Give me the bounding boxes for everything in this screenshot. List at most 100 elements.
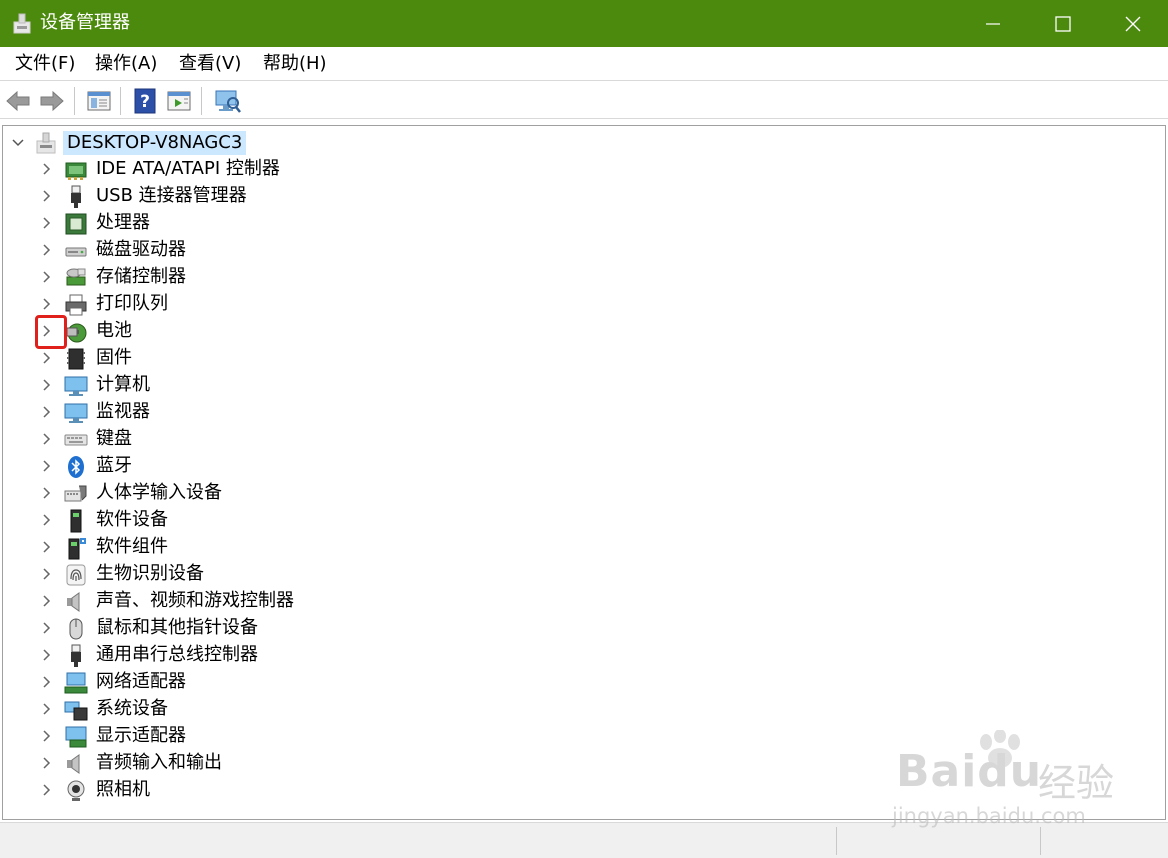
scan-hardware-button[interactable] (213, 87, 241, 115)
chevron-right-icon[interactable] (39, 432, 53, 446)
tree-item-label: 计算机 (96, 374, 150, 395)
chevron-right-icon[interactable] (39, 702, 53, 716)
network-adapter-icon (64, 672, 88, 694)
tree-item[interactable]: 人体学输入设备 (3, 480, 603, 507)
tree-item-label: 系统设备 (96, 698, 168, 719)
tree-item[interactable]: 固件 (3, 345, 603, 372)
tree-item[interactable]: 照相机 (3, 777, 603, 804)
root-computer-name[interactable]: DESKTOP-V8NAGC3 (63, 131, 247, 155)
window-title: 设备管理器 (40, 12, 130, 33)
tree-item[interactable]: 计算机 (3, 372, 603, 399)
menu-action[interactable]: 操作(A) (93, 52, 159, 76)
chevron-right-icon[interactable] (39, 459, 53, 473)
software-component-icon (68, 538, 86, 560)
tree-item-label: 处理器 (96, 212, 150, 233)
chevron-right-icon[interactable] (39, 567, 53, 581)
tree-item[interactable]: 鼠标和其他指针设备 (3, 615, 603, 642)
chevron-right-icon[interactable] (39, 351, 53, 365)
chevron-right-icon[interactable] (39, 783, 53, 797)
chevron-down-icon[interactable] (11, 136, 25, 150)
tree-item[interactable]: 生物识别设备 (3, 561, 603, 588)
tree-item[interactable]: 键盘 (3, 426, 603, 453)
chevron-right-icon[interactable] (39, 189, 53, 203)
tree-item[interactable]: 电池 (3, 318, 603, 345)
tree-item[interactable]: 音频输入和输出 (3, 750, 603, 777)
chevron-right-icon[interactable] (39, 756, 53, 770)
tree-item-label: 生物识别设备 (96, 563, 204, 584)
toolbar-separator (74, 87, 75, 115)
back-button[interactable] (4, 87, 32, 115)
tree-item-label: 键盘 (96, 428, 132, 449)
toolbar-separator (120, 87, 121, 115)
chevron-right-icon[interactable] (39, 405, 53, 419)
chevron-right-icon[interactable] (39, 270, 53, 284)
tree-item[interactable]: 监视器 (3, 399, 603, 426)
computer-icon (64, 376, 88, 396)
tree-item[interactable]: 打印队列 (3, 291, 603, 318)
ide-controller-icon (65, 162, 87, 180)
annotation-highlight-box (35, 315, 67, 349)
printer-icon (65, 294, 87, 316)
tree-item-label: 音频输入和输出 (96, 752, 222, 773)
tree-item[interactable]: 处理器 (3, 210, 603, 237)
chevron-right-icon[interactable] (39, 513, 53, 527)
status-separator (1040, 827, 1041, 855)
firmware-icon (67, 348, 85, 370)
tree-root[interactable]: DESKTOP-V8NAGC3 (3, 130, 403, 156)
update-driver-button[interactable] (165, 87, 193, 115)
tree-item-label: 声音、视频和游戏控制器 (96, 590, 294, 611)
tree-item[interactable]: 软件组件 (3, 534, 603, 561)
chevron-right-icon[interactable] (39, 675, 53, 689)
usb-controller-icon (71, 644, 81, 667)
tree-item[interactable]: 显示适配器 (3, 723, 603, 750)
tree-item[interactable]: 磁盘驱动器 (3, 237, 603, 264)
chevron-right-icon[interactable] (39, 729, 53, 743)
chevron-right-icon[interactable] (39, 540, 53, 554)
tree-item-label: 鼠标和其他指针设备 (96, 617, 258, 638)
tree-item[interactable]: 软件设备 (3, 507, 603, 534)
watermark-chinese: 经验 (1038, 761, 1115, 805)
properties-button[interactable] (85, 87, 113, 115)
computer-root-icon (36, 132, 56, 154)
tree-item[interactable]: 系统设备 (3, 696, 603, 723)
chevron-right-icon[interactable] (39, 162, 53, 176)
chevron-right-icon[interactable] (39, 621, 53, 635)
keyboard-icon (64, 434, 88, 446)
tree-item[interactable]: 存储控制器 (3, 264, 603, 291)
forward-button[interactable] (38, 87, 66, 115)
tree-item[interactable]: 通用串行总线控制器 (3, 642, 603, 669)
tree-item-label: 磁盘驱动器 (96, 239, 186, 260)
menu-bar: 文件(F) 操作(A) 查看(V) 帮助(H) (0, 47, 1168, 81)
watermark-logo: Baidu (896, 746, 1043, 797)
tree-item-label: 存储控制器 (96, 266, 186, 287)
watermark-url: jingyan.baidu.com (892, 804, 1086, 828)
chevron-right-icon[interactable] (39, 594, 53, 608)
tree-item[interactable]: 网络适配器 (3, 669, 603, 696)
bluetooth-icon (68, 456, 84, 478)
tree-item[interactable]: 声音、视频和游戏控制器 (3, 588, 603, 615)
menu-file[interactable]: 文件(F) (13, 52, 77, 76)
menu-help[interactable]: 帮助(H) (261, 52, 329, 76)
tree-item[interactable]: IDE ATA/ATAPI 控制器 (3, 156, 603, 183)
maximize-button[interactable] (1028, 0, 1098, 47)
chevron-right-icon[interactable] (39, 243, 53, 257)
toolbar: ? (0, 82, 1168, 119)
audio-io-icon (67, 754, 80, 774)
tree-item[interactable]: 蓝牙 (3, 453, 603, 480)
title-bar: 设备管理器 (0, 0, 1168, 47)
fingerprint-icon (66, 564, 86, 586)
minimize-button[interactable] (958, 0, 1028, 47)
baidu-watermark: Baidu 经验 jingyan.baidu.com (890, 730, 1160, 830)
close-button[interactable] (1098, 0, 1168, 47)
chevron-right-icon[interactable] (39, 297, 53, 311)
tree-item-label: 显示适配器 (96, 725, 186, 746)
tree-item[interactable]: USB 连接器管理器 (3, 183, 603, 210)
chevron-right-icon[interactable] (39, 216, 53, 230)
chevron-right-icon[interactable] (39, 486, 53, 500)
help-button[interactable]: ? (131, 87, 159, 115)
device-tree[interactable]: DESKTOP-V8NAGC3 IDE ATA/ATAPI 控制器 USB 连接器… (2, 125, 1166, 820)
tree-item-label: 人体学输入设备 (96, 482, 222, 503)
chevron-right-icon[interactable] (39, 378, 53, 392)
menu-view[interactable]: 查看(V) (177, 52, 243, 76)
chevron-right-icon[interactable] (39, 648, 53, 662)
